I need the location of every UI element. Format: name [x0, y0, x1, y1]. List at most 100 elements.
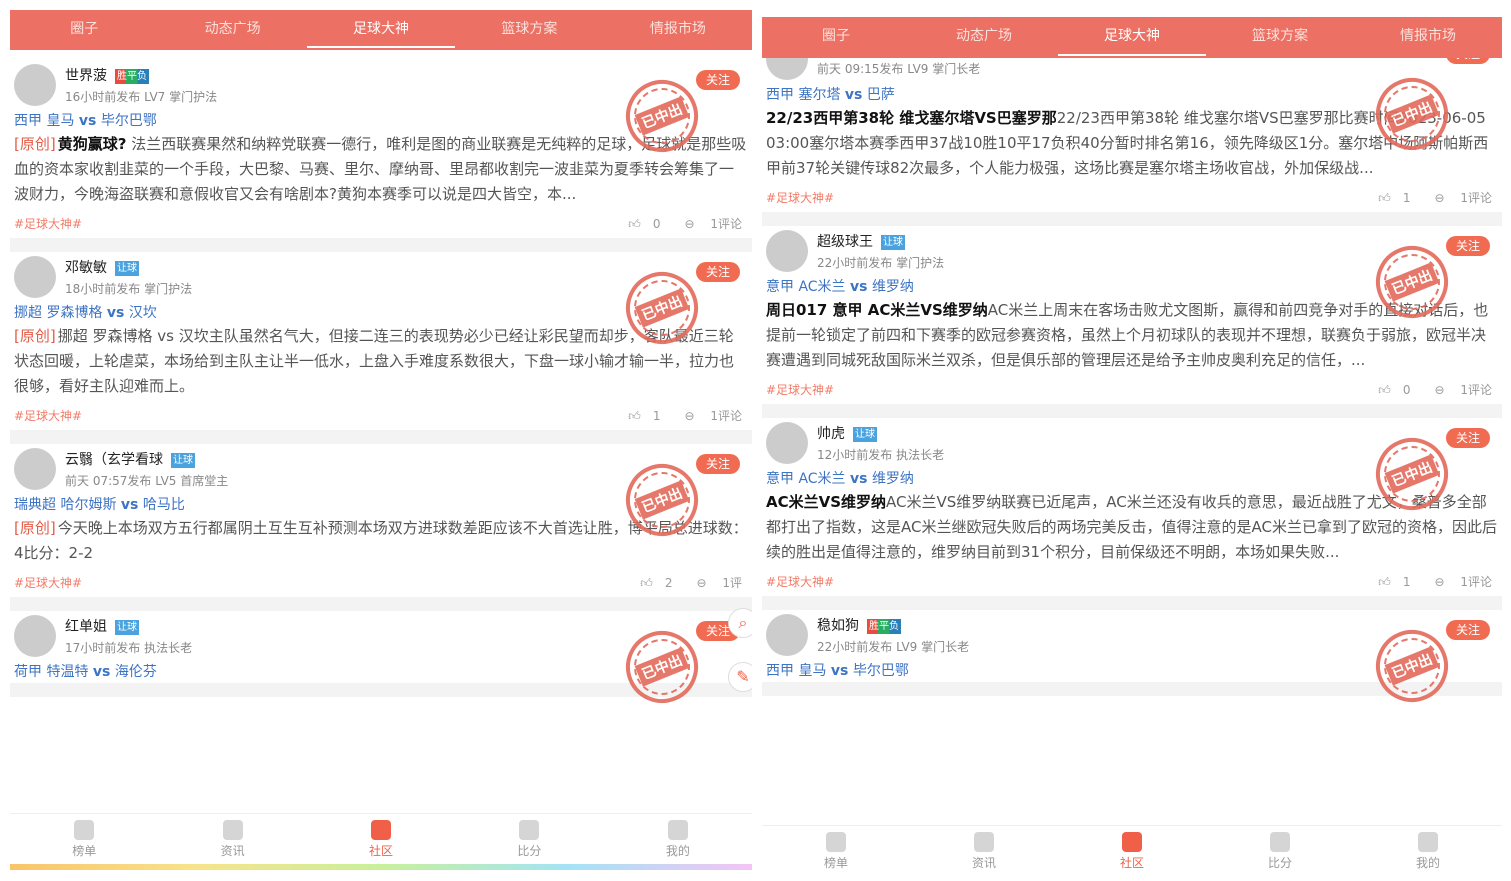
tab-3[interactable]: 篮球方案: [1206, 17, 1354, 58]
original-tag: [原创]: [14, 519, 56, 537]
search-float-button[interactable]: ⌕: [728, 608, 752, 638]
nav-label: 比分: [1267, 856, 1292, 870]
avatar[interactable]: [14, 448, 56, 490]
comment-button[interactable]: ⊖ 1评: [684, 576, 742, 590]
nav-item-0[interactable]: 榜单: [10, 814, 158, 861]
tab-0[interactable]: 圈子: [10, 10, 158, 50]
post-time: 18小时前发布: [65, 282, 141, 296]
post-meta: 前天 09:15发布 LV9 掌门长老: [817, 60, 980, 77]
home-team: 塞尔塔: [798, 87, 841, 103]
league-name: 荷甲: [14, 664, 42, 680]
vs-label: vs: [106, 305, 125, 321]
nav-item-3[interactable]: 比分: [1206, 826, 1354, 873]
edit-float-button[interactable]: ✎: [728, 662, 752, 692]
post-actions: 👍︎ 2 ⊖ 1评: [616, 574, 742, 591]
vs-label: vs: [78, 113, 97, 129]
like-button[interactable]: 👍︎ 0: [1366, 383, 1410, 397]
avatar[interactable]: [766, 422, 808, 464]
like-button[interactable]: 👍︎ 0: [616, 217, 660, 231]
nav-label: 我的: [1415, 856, 1440, 870]
comment-button[interactable]: ⊖ 1评论: [1422, 191, 1492, 205]
username[interactable]: 世界菠 胜平负: [65, 65, 149, 85]
like-button[interactable]: 👍︎ 1: [1366, 191, 1410, 205]
comment-icon: ⊖: [1434, 383, 1449, 397]
nav-item-2[interactable]: 社区: [307, 814, 455, 861]
post-meta: 22小时前发布 LV9 掌门长老: [817, 638, 969, 655]
comment-icon: ⊖: [684, 409, 699, 423]
post-meta: 前天 07:57发布 LV5 首席堂主: [65, 472, 228, 489]
post-card: 世界菠 胜平负 16小时前发布 LV7 掌门护法 关注 已中出 西甲 皇马 vs 毕尔巴鄂…: [10, 60, 752, 238]
comment-button[interactable]: ⊖ 1评论: [1422, 575, 1492, 589]
comment-button[interactable]: ⊖ 1评论: [672, 217, 742, 231]
play-type-badge: 让球: [115, 620, 139, 635]
nav-item-4[interactable]: 我的: [1354, 826, 1502, 873]
card-separator: [10, 597, 752, 611]
tab-3[interactable]: 篮球方案: [455, 10, 603, 50]
avatar[interactable]: [14, 256, 56, 298]
nav-item-0[interactable]: 榜单: [762, 826, 910, 873]
user-level: 掌门护法: [896, 256, 945, 270]
league-name: 西甲: [14, 113, 42, 129]
nav-item-4[interactable]: 我的: [604, 814, 752, 861]
stamp-text: 已中出: [634, 96, 690, 136]
username[interactable]: 邓敏敏 让球: [65, 257, 139, 277]
post-time: 22小时前发布: [817, 256, 893, 270]
avatar[interactable]: [766, 614, 808, 656]
follow-button[interactable]: 关注: [1445, 620, 1490, 640]
home-team: 哈尔姆斯: [60, 497, 117, 513]
comment-count: 1评论: [1460, 383, 1492, 397]
away-team: 毕尔巴鄂: [100, 113, 157, 129]
nav-icon-1: [222, 820, 243, 840]
follow-button[interactable]: 关注: [695, 70, 740, 90]
stamp-text: 已中出: [1384, 94, 1440, 134]
play-type-badge: 让球: [853, 427, 877, 442]
nav-item-3[interactable]: 比分: [455, 814, 603, 861]
away-team: 维罗纳: [871, 471, 914, 487]
post-actions: 👍︎ 1 ⊖ 1评论: [1354, 573, 1492, 590]
username-text: 稳如狗: [817, 618, 859, 634]
tab-2[interactable]: 足球大神: [306, 10, 456, 50]
avatar[interactable]: [14, 615, 56, 657]
follow-button[interactable]: 关注: [1445, 236, 1490, 256]
nav-item-1[interactable]: 资讯: [910, 826, 1058, 873]
tab-1[interactable]: 动态广场: [910, 17, 1058, 58]
avatar[interactable]: [14, 64, 56, 106]
comment-button[interactable]: ⊖ 1评论: [1422, 383, 1492, 397]
follow-button[interactable]: 关注: [1445, 428, 1490, 448]
like-button[interactable]: 👍︎ 1: [1366, 575, 1410, 589]
nav-icon-2: [371, 820, 392, 840]
play-type-badge: 让球: [881, 235, 905, 250]
post-time: 12小时前发布: [817, 448, 893, 462]
user-level: LV9 掌门长老: [896, 640, 970, 654]
user-level: LV9 掌门长老: [907, 62, 981, 76]
away-team: 巴萨: [866, 87, 895, 103]
post-actions: 👍︎ 1 ⊖ 1评论: [1354, 189, 1492, 206]
username[interactable]: 云翳（玄学看球 让球: [65, 449, 195, 469]
nav-item-2[interactable]: 社区: [1058, 826, 1206, 873]
like-button[interactable]: 👍︎ 1: [616, 409, 660, 423]
post-feed[interactable]: 前天 09:15发布 LV9 掌门长老关注已中出西甲 塞尔塔 vs 巴萨22/2…: [762, 58, 1502, 728]
tab-0[interactable]: 圈子: [762, 17, 910, 58]
username[interactable]: 稳如狗 胜平负: [817, 615, 901, 635]
follow-button[interactable]: 关注: [695, 262, 740, 282]
avatar[interactable]: [766, 230, 808, 272]
comment-button[interactable]: ⊖ 1评论: [672, 409, 742, 423]
nav-item-1[interactable]: 资讯: [158, 814, 306, 861]
nav-label: 我的: [665, 844, 690, 858]
tab-4[interactable]: 情报市场: [604, 10, 752, 50]
tab-1[interactable]: 动态广场: [158, 10, 306, 50]
post-feed[interactable]: 世界菠 胜平负 16小时前发布 LV7 掌门护法 关注 已中出 西甲 皇马 vs 毕尔巴鄂…: [10, 60, 752, 722]
nav-icon-4: [667, 820, 688, 840]
tab-2[interactable]: 足球大神: [1058, 17, 1206, 58]
follow-button[interactable]: 关注: [1445, 58, 1490, 64]
follow-button[interactable]: 关注: [695, 454, 740, 474]
post-actions: 👍︎ 0 ⊖ 1评论: [604, 215, 742, 232]
username[interactable]: 帅虎 让球: [817, 423, 877, 443]
play-type-badge: 让球: [171, 453, 195, 468]
card-separator: [762, 404, 1502, 418]
avatar[interactable]: [766, 58, 808, 80]
username[interactable]: 红单姐 让球: [65, 616, 139, 636]
like-button[interactable]: 👍︎ 2: [628, 576, 672, 590]
username[interactable]: 超级球王 让球: [817, 231, 905, 251]
tab-4[interactable]: 情报市场: [1354, 17, 1502, 58]
